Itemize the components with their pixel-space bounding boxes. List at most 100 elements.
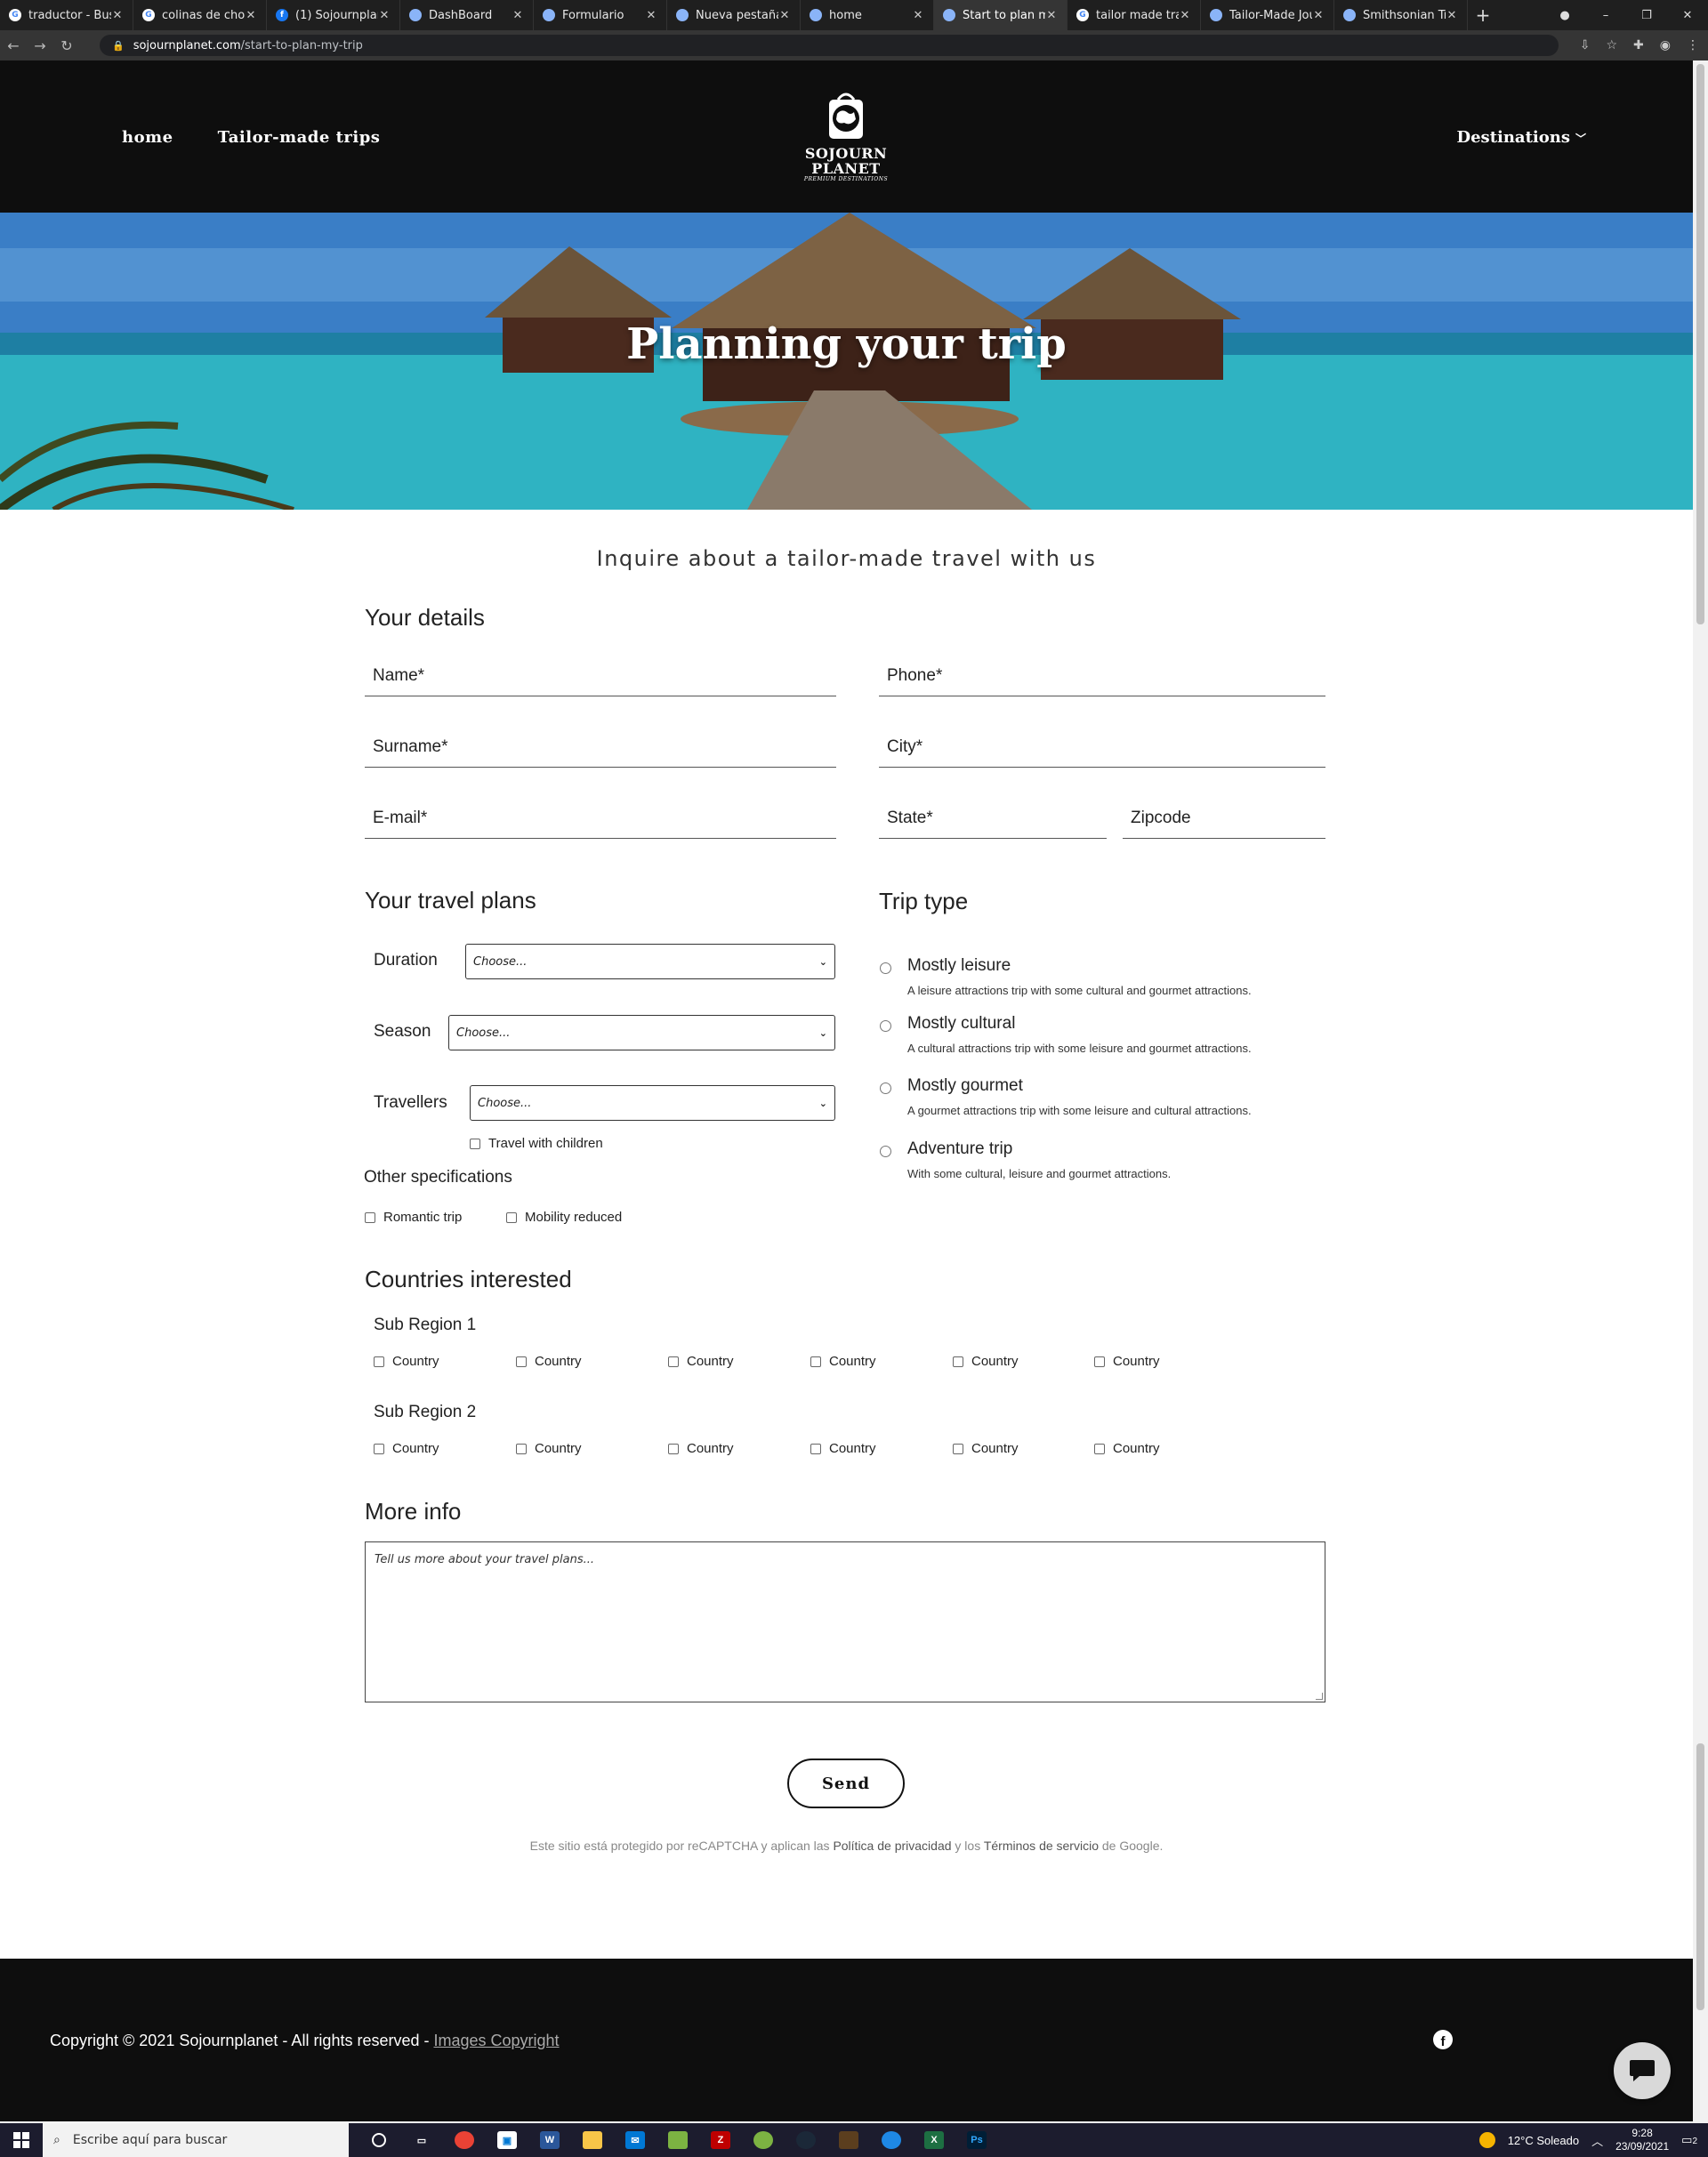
travellers-select[interactable]: Choose... ⌄ [470,1085,835,1121]
install-icon[interactable]: ⇩ [1580,38,1591,52]
browser-tab[interactable]: Gtraductor - Busc✕ [0,0,133,30]
cortana-icon[interactable] [358,2123,400,2157]
close-tab-icon[interactable]: ✕ [912,9,924,22]
taskbar-search-input[interactable]: ⌕ Escribe aquí para buscar [43,2123,349,2157]
close-tab-icon[interactable]: ✕ [378,9,391,22]
minimize-icon[interactable]: – [1585,9,1626,22]
minecraft-icon[interactable] [827,2123,870,2157]
bookmark-star-icon[interactable]: ☆ [1606,38,1617,52]
resize-handle-icon[interactable] [1316,1693,1323,1700]
country-checkbox[interactable]: Country [374,1441,439,1456]
email-field[interactable]: E-mail* [365,800,836,839]
browser-tab[interactable]: Formulario ✕ [534,0,667,30]
restore-icon[interactable]: ❐ [1626,9,1667,22]
radio-mostly-gourmet[interactable] [880,1083,891,1094]
checkbox-box[interactable] [365,1211,375,1223]
close-tab-icon[interactable]: ✕ [1312,9,1325,22]
country-checkbox[interactable]: Country [374,1354,439,1369]
checkbox-box[interactable] [506,1211,517,1223]
chrome-icon[interactable] [443,2123,486,2157]
menu-kebab-icon[interactable]: ⋮ [1687,38,1699,52]
surname-field[interactable]: Surname* [365,728,836,768]
windows-start-button[interactable] [0,2123,43,2157]
globe-app-icon[interactable] [870,2123,913,2157]
steam-icon[interactable] [785,2123,827,2157]
mail-icon[interactable]: ✉ [614,2123,657,2157]
country-checkbox[interactable]: Country [953,1354,1019,1369]
reload-icon[interactable]: ↻ [53,37,80,54]
browser-tab[interactable]: Tailor-Made Jou ✕ [1201,0,1334,30]
notepad-icon[interactable] [657,2123,699,2157]
browser-tab[interactable]: Gcolinas de choc ✕ [133,0,267,30]
notifications-icon[interactable]: ▭2 [1681,2133,1697,2147]
close-tab-icon[interactable]: ✕ [1179,9,1191,22]
facebook-icon[interactable]: f [1433,2030,1453,2049]
country-checkbox[interactable]: Country [810,1441,876,1456]
photoshop-icon[interactable]: Ps [955,2123,998,2157]
site-logo[interactable]: SOJOURN PLANET PREMIUM DESTINATIONS [796,87,896,182]
close-tab-icon[interactable]: ✕ [512,9,524,22]
file-explorer-icon[interactable] [571,2123,614,2157]
more-info-textarea[interactable]: Tell us more about your travel plans... [365,1541,1325,1702]
terms-of-service-link[interactable]: Términos de servicio [984,1839,1099,1853]
scrollbar-thumb[interactable] [1696,64,1704,624]
radio-mostly-cultural[interactable] [880,1020,891,1032]
destinations-dropdown[interactable]: Destinations ﹀ [1457,128,1587,147]
country-checkbox[interactable]: Country [810,1354,876,1369]
back-icon[interactable]: ← [0,37,27,54]
radio-adventure-trip[interactable] [880,1146,891,1157]
close-tab-icon[interactable]: ✕ [645,9,657,22]
checkbox-box[interactable] [516,1356,527,1367]
browser-tab[interactable]: f (1) Sojournplan ✕ [267,0,400,30]
country-checkbox[interactable]: Country [516,1441,582,1456]
zipcode-field[interactable]: Zipcode [1123,800,1325,839]
new-tab-icon[interactable]: + [1468,4,1498,26]
avatar[interactable]: ◉ [1660,38,1671,52]
url-input[interactable]: 🔒 sojournplanet.com /start-to-plan-my-tr… [100,35,1559,56]
close-tab-icon[interactable]: ✕ [245,9,257,22]
checkbox-box[interactable] [668,1443,679,1454]
app-green-icon[interactable] [742,2123,785,2157]
nav-tailor-made-trips[interactable]: Tailor-made trips [218,128,381,147]
country-checkbox[interactable]: Country [668,1354,734,1369]
privacy-policy-link[interactable]: Política de privacidad [833,1839,951,1853]
browser-tab[interactable]: Gtailor made trav✕ [1068,0,1201,30]
browser-tab[interactable]: Start to plan my✕ [934,0,1068,30]
store-icon[interactable]: ▣ [486,2123,528,2157]
country-checkbox[interactable]: Country [1094,1354,1160,1369]
nav-home[interactable]: home [122,128,173,147]
season-select[interactable]: Choose... ⌄ [448,1015,835,1050]
checkbox-box[interactable] [374,1443,384,1454]
checkbox-box[interactable] [1094,1356,1105,1367]
country-checkbox[interactable]: Country [1094,1441,1160,1456]
profile-icon[interactable]: ● [1544,9,1585,22]
mobility-reduced-checkbox[interactable]: Mobility reduced [506,1210,622,1225]
city-field[interactable]: City* [879,728,1325,768]
checkbox-box[interactable] [374,1356,384,1367]
close-window-icon[interactable]: ✕ [1667,9,1708,22]
chevron-up-icon[interactable]: ︿ [1591,2132,1603,2149]
weather-text[interactable]: 12°C Soleado [1508,2134,1579,2147]
travel-with-children-checkbox[interactable]: Travel with children [470,1136,603,1151]
browser-tab[interactable]: Nueva pestaña ✕ [667,0,801,30]
browser-tab[interactable]: home ✕ [801,0,934,30]
chat-button[interactable] [1614,2042,1671,2099]
checkbox-box[interactable] [668,1356,679,1367]
checkbox-box[interactable] [810,1356,821,1367]
checkbox-box[interactable] [470,1138,480,1149]
phone-field[interactable]: Phone* [879,657,1325,696]
scrollbar-thumb-lower[interactable] [1696,1743,1704,2010]
checkbox-box[interactable] [953,1443,963,1454]
clock[interactable]: 9:28 23/09/2021 [1615,2127,1669,2153]
radio-mostly-leisure[interactable] [880,962,891,974]
checkbox-box[interactable] [1094,1443,1105,1454]
task-view-icon[interactable]: ▭ [400,2123,443,2157]
country-checkbox[interactable]: Country [953,1441,1019,1456]
country-checkbox[interactable]: Country [516,1354,582,1369]
images-copyright-link[interactable]: Images Copyright [433,2032,559,2049]
forward-icon[interactable]: → [27,37,53,54]
browser-tab[interactable]: DashBoard ✕ [400,0,534,30]
name-field[interactable]: Name* [365,657,836,696]
send-button[interactable]: Send [787,1759,905,1808]
excel-icon[interactable]: X [913,2123,955,2157]
